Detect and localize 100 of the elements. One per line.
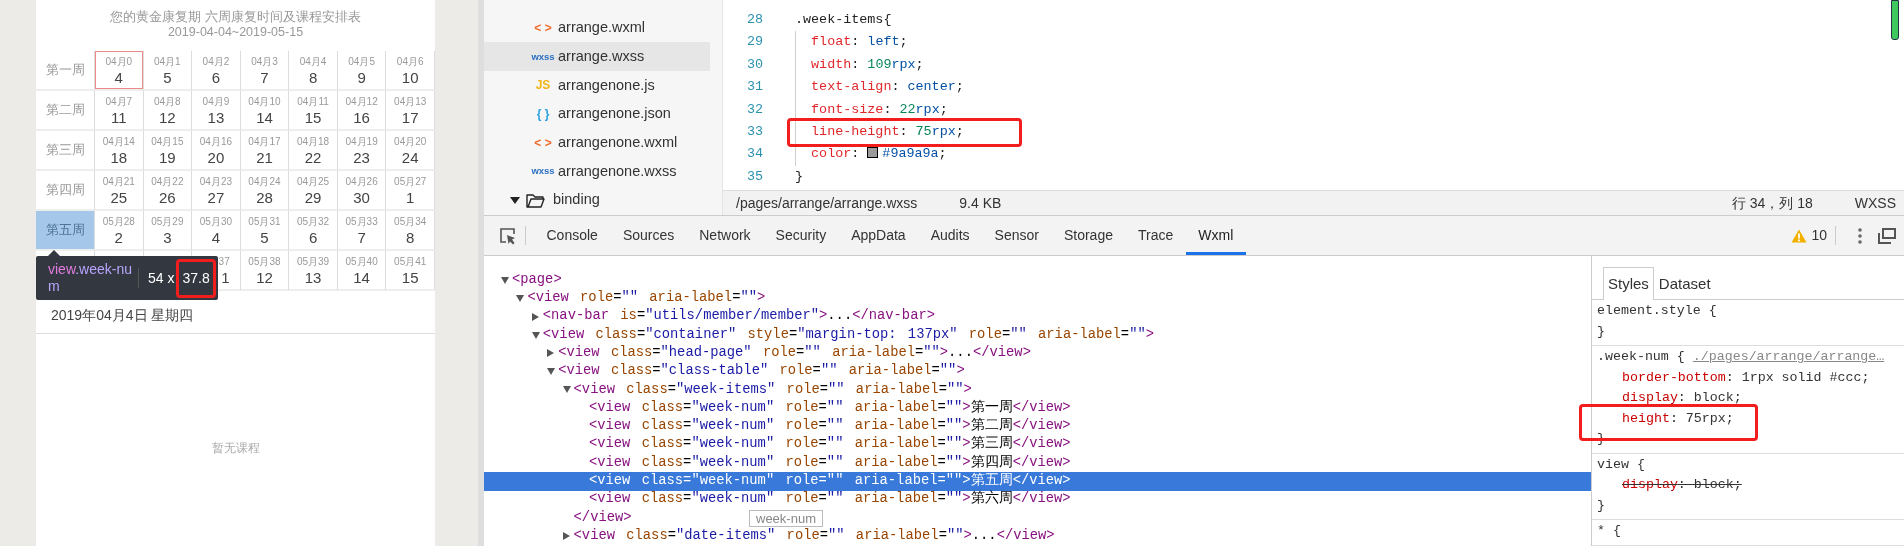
date-cell[interactable]: 04月14 18 — [95, 131, 144, 171]
warnings-button[interactable]: 10 — [1791, 216, 1827, 255]
day-number: 16 — [353, 108, 370, 128]
date-cell[interactable]: 04月12 16 — [337, 91, 387, 131]
tree-row[interactable]: <view class="week-num" role="" aria-label="">第六周</view> — [484, 490, 1591, 509]
devtools-tab[interactable]: Trace — [1125, 216, 1186, 255]
date-cell[interactable]: 05月31 5 — [240, 211, 290, 251]
date-cell[interactable]: 04月21 25 — [95, 171, 144, 211]
devtools-tab[interactable]: Sources — [610, 216, 687, 255]
file-item[interactable]: wxss arrange.wxss — [484, 42, 710, 72]
date-cell[interactable]: 04月19 23 — [337, 131, 387, 171]
file-item[interactable]: < > arrangenone.wxml — [484, 128, 710, 158]
date-cell[interactable]: 04月17 21 — [240, 131, 290, 171]
date-cell[interactable]: 04月1 5 — [143, 51, 193, 91]
date-cell[interactable]: 05月29 3 — [143, 211, 193, 251]
file-item[interactable]: JS arrangenone.js — [484, 71, 710, 100]
date-cell[interactable]: 04月26 30 — [337, 171, 387, 211]
date-cell[interactable]: 05月34 8 — [386, 211, 435, 251]
css-selector: view { — [1597, 456, 1645, 472]
devtools-tab[interactable]: Storage — [1051, 216, 1126, 255]
devtools-tab[interactable]: Network — [686, 216, 764, 255]
date-cell[interactable]: 04月2 6 — [192, 51, 241, 91]
date-cell[interactable]: 04月0 4 — [95, 51, 144, 91]
node-markup: <view class="head-page" role="" aria-label="">...</view> — [558, 344, 1031, 362]
scrollbar[interactable] — [1891, 0, 1899, 40]
expand-arrow-icon[interactable] — [547, 368, 556, 376]
css-declaration: display: block; — [1622, 476, 1742, 494]
date-cell[interactable]: 04月5 9 — [337, 51, 387, 91]
source-link[interactable]: ./pages/arrange/arrange… — [1692, 349, 1885, 364]
devtools-tab[interactable]: Console — [534, 216, 611, 255]
date-cell[interactable]: 04月7 11 — [95, 91, 144, 131]
expand-arrow-icon[interactable] — [531, 331, 540, 339]
date-cell[interactable]: 04月11 15 — [289, 91, 338, 131]
tree-row[interactable]: <view class="week-num" role="" aria-label="">第五周</view> — [484, 472, 1591, 491]
tree-row[interactable]: <view class="container" style="margin-top: 137px" role="" aria-label=""> — [484, 325, 1591, 345]
tree-row[interactable]: <view class="week-num" role="" aria-label="">第三周</view> — [484, 435, 1591, 454]
tree-row[interactable]: <page> — [484, 271, 1591, 290]
week-label: 第五周 — [36, 211, 95, 251]
date-label: 04月10 — [248, 96, 281, 107]
date-cell[interactable]: 04月15 19 — [143, 131, 193, 171]
date-label: 04月22 — [151, 176, 184, 187]
file-item[interactable]: < > arrange.wxml — [484, 13, 710, 43]
folder-item[interactable]: binding — [484, 185, 710, 215]
expand-arrow-icon[interactable] — [562, 532, 570, 541]
date-cell[interactable]: 04月22 26 — [143, 171, 193, 211]
devtools-tab[interactable]: Security — [763, 216, 839, 255]
expand-arrow-icon[interactable] — [547, 349, 555, 358]
date-cell[interactable]: 04月18 22 — [289, 131, 338, 171]
code-line: .week-items{ — [795, 10, 892, 29]
expand-arrow-icon[interactable] — [531, 312, 539, 321]
node-markup: <nav-bar is="utils/member/member">...</nav-bar> — [542, 307, 935, 326]
date-cell[interactable]: 05月38 12 — [240, 251, 290, 291]
date-cell[interactable]: 04月24 28 — [240, 171, 290, 211]
sidebar-tab[interactable]: Dataset — [1653, 267, 1716, 300]
date-cell[interactable]: 04月4 8 — [289, 51, 338, 91]
devtools-tab[interactable]: Audits — [918, 216, 983, 255]
tree-row[interactable]: <view role="" aria-label=""> — [484, 289, 1591, 308]
tree-row[interactable]: <view class="class-table" role="" aria-label=""> — [484, 362, 1591, 381]
tree-row[interactable]: <view class="week-num" role="" aria-label="">第二周</view> — [484, 417, 1591, 436]
date-cell[interactable]: 04月20 24 — [386, 131, 435, 171]
devtools-tab[interactable]: Sensor — [982, 216, 1052, 255]
date-cell[interactable]: 04月3 7 — [240, 51, 290, 91]
date-label: 05月34 — [394, 216, 427, 227]
date-cell[interactable]: 05月40 14 — [337, 251, 387, 291]
date-cell[interactable]: 04月13 17 — [386, 91, 435, 131]
date-cell[interactable]: 04月6 10 — [386, 51, 435, 91]
tree-row[interactable]: <view class="week-num" role="" aria-label="">第一周</view> — [484, 399, 1591, 418]
date-cell[interactable]: 04月25 29 — [289, 171, 338, 211]
date-label: 05月32 — [296, 216, 330, 227]
day-number: 28 — [256, 188, 273, 208]
date-cell[interactable]: 05月28 2 — [95, 211, 144, 251]
date-cell[interactable]: 04月10 14 — [240, 91, 290, 131]
tree-row[interactable]: <view class="date-items" role="" aria-label="">...</view> — [484, 527, 1591, 546]
date-cell[interactable]: 05月32 6 — [289, 211, 338, 251]
expand-arrow-icon[interactable] — [562, 386, 571, 394]
date-cell[interactable]: 04月23 27 — [192, 171, 241, 211]
file-item[interactable]: wxss arrangenone.wxss — [484, 157, 710, 186]
file-item[interactable]: { } arrangenone.json — [484, 99, 710, 129]
devtools-tab[interactable]: AppData — [838, 216, 919, 255]
date-cell[interactable]: 05月27 1 — [386, 171, 435, 211]
tree-row[interactable]: <view class="head-page" role="" aria-label="">...</view> — [484, 344, 1591, 363]
tree-row[interactable]: <view class="week-items" role="" aria-label=""> — [484, 380, 1591, 400]
date-cell[interactable]: 05月33 7 — [337, 211, 387, 251]
date-cell[interactable]: 05月30 4 — [192, 211, 241, 251]
devtools-tab[interactable]: Wxml — [1185, 216, 1246, 255]
date-cell[interactable]: 04月16 20 — [192, 131, 241, 171]
element-selector: view.week-nu m — [48, 261, 134, 295]
expand-arrow-icon[interactable] — [501, 276, 509, 284]
tree-row[interactable]: <nav-bar is="utils/member/member">...</nav-bar> — [484, 307, 1591, 326]
day-number: 2 — [114, 228, 123, 248]
date-cell[interactable]: 05月39 13 — [289, 251, 338, 291]
tree-row[interactable]: <view class="week-num" role="" aria-label="">第四周</view> — [484, 453, 1591, 473]
expand-arrow-icon[interactable] — [510, 196, 520, 204]
node-markup: <view class="week-num" role="" aria-label="">第一周</view> — [589, 398, 1071, 417]
date-cell[interactable]: 05月41 15 — [386, 251, 435, 291]
sidebar-tab[interactable]: Styles — [1603, 267, 1654, 300]
date-cell[interactable]: 04月8 12 — [143, 91, 193, 131]
expand-arrow-icon[interactable] — [516, 294, 525, 302]
line-number: 35 — [745, 167, 763, 186]
date-cell[interactable]: 04月9 13 — [192, 91, 241, 131]
